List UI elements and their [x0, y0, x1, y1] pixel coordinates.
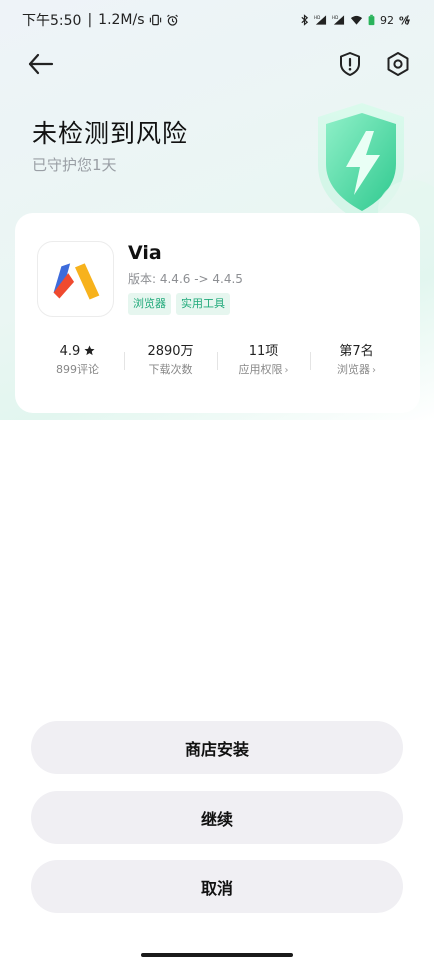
cancel-button[interactable]: 取消: [31, 860, 403, 913]
chevron-right-icon: ›: [284, 365, 289, 376]
app-logo: [37, 241, 114, 317]
stat-rating: 4.9 899评论: [31, 342, 124, 382]
app-name: Via: [128, 242, 162, 264]
star-icon: [84, 345, 95, 356]
app-stats-row: 4.9 899评论 2890万 下载次数 11项 应用权限 › 第7名 浏览器 ›: [31, 342, 403, 382]
svg-text:HD: HD: [314, 15, 320, 20]
ranking-label: 浏览器: [337, 363, 370, 376]
app-version: 版本: 4.4.6 -> 4.4.5: [128, 272, 243, 286]
status-left: 下午5:50 | 1.2M/s: [22, 10, 179, 30]
app-tag: 浏览器: [128, 293, 171, 315]
ranking-value: 第7名: [339, 344, 374, 359]
stat-permissions[interactable]: 11项 应用权限 ›: [217, 342, 310, 382]
review-count: 899评论: [56, 363, 99, 376]
page-title: 未检测到风险: [32, 119, 189, 148]
permissions-value: 11项: [248, 344, 279, 359]
battery-level: 92: [380, 13, 394, 27]
battery-icon: [368, 14, 375, 26]
signal-hd-icon: HD: [332, 15, 345, 25]
shield-alert-icon[interactable]: [336, 50, 364, 78]
stat-ranking[interactable]: 第7名 浏览器 ›: [310, 342, 403, 382]
bluetooth-icon: [301, 14, 309, 26]
signal-hd-icon: HD: [314, 15, 327, 25]
store-install-button[interactable]: 商店安装: [31, 721, 403, 774]
vibrate-icon: [149, 14, 161, 26]
stat-downloads: 2890万 下载次数: [124, 342, 217, 382]
status-bar: 下午5:50 | 1.2M/s HD HD 92 %: [0, 0, 434, 40]
status-separator: |: [87, 12, 93, 28]
continue-button[interactable]: 继续: [31, 791, 403, 844]
back-arrow-icon[interactable]: [26, 50, 56, 78]
charging-icon: %: [399, 15, 411, 26]
rating-value: 4.9: [59, 344, 81, 359]
shield-lightning-illustration: [318, 103, 434, 230]
network-speed: 1.2M/s: [98, 12, 145, 28]
home-indicator[interactable]: [141, 953, 293, 957]
chevron-right-icon: ›: [372, 365, 376, 376]
settings-hexagon-icon[interactable]: [384, 50, 412, 78]
status-right: HD HD 92 %: [300, 14, 412, 27]
permissions-label: 应用权限: [238, 363, 283, 376]
nav-bar: [0, 40, 434, 88]
app-tags: 浏览器 实用工具: [128, 293, 230, 315]
download-label: 下载次数: [148, 363, 193, 376]
alarm-icon: [166, 14, 178, 26]
app-tag: 实用工具: [176, 293, 230, 315]
status-time: 下午5:50: [22, 13, 82, 29]
svg-text:HD: HD: [332, 15, 338, 20]
download-value: 2890万: [147, 344, 194, 359]
protection-days-subtitle: 已守护您1天: [32, 156, 117, 174]
wifi-icon: [350, 15, 363, 25]
